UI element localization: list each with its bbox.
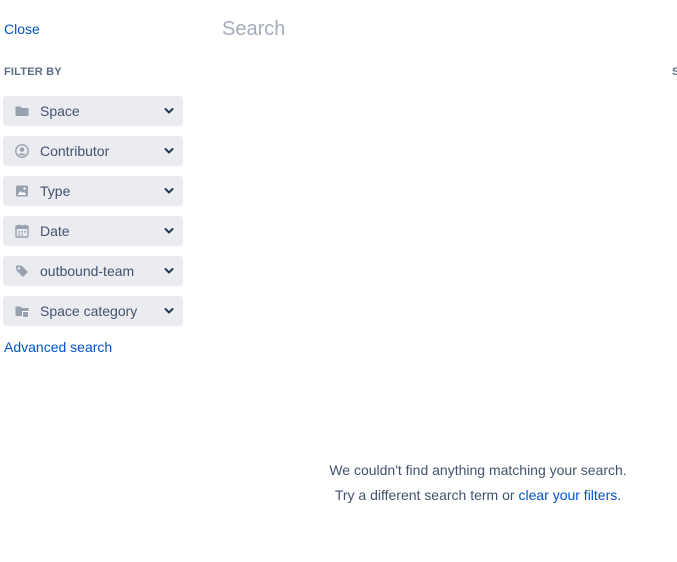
filter-label-text: outbound-team — [40, 263, 135, 279]
search-page: Close FILTER BY S Space Contributor — [0, 0, 677, 562]
clear-filters-link[interactable]: clear your filters — [518, 487, 617, 503]
right-column-label: S — [672, 66, 677, 78]
filter-space-category-label: Space category — [40, 303, 138, 319]
chevron-down-icon — [163, 225, 175, 237]
empty-state-hint-suffix: . — [617, 487, 622, 503]
image-icon — [15, 184, 29, 198]
chevron-down-icon — [163, 105, 175, 117]
filter-space-button[interactable]: Space — [3, 96, 183, 126]
filter-date-button[interactable]: Date — [3, 216, 183, 246]
filter-contributor-button[interactable]: Contributor — [3, 136, 183, 166]
calendar-icon — [15, 224, 29, 238]
filter-type-button[interactable]: Type — [3, 176, 183, 206]
chevron-down-icon — [163, 185, 175, 197]
empty-state: We couldn't find anything matching your … — [300, 458, 656, 508]
tag-icon — [15, 264, 29, 278]
person-icon — [15, 144, 29, 158]
empty-state-message: We couldn't find anything matching your … — [329, 462, 627, 478]
chevron-down-icon — [163, 265, 175, 277]
filter-date-label: Date — [40, 223, 70, 239]
empty-state-hint: Try a different search term or clear you… — [300, 483, 656, 508]
chevron-down-icon — [163, 145, 175, 157]
folder-icon — [15, 104, 29, 118]
filter-list: Space Contributor Type Date outbound-tea… — [3, 96, 183, 336]
filter-label-button[interactable]: outbound-team — [3, 256, 183, 286]
filter-by-heading: FILTER BY — [4, 66, 62, 78]
filter-space-category-button[interactable]: Space category — [3, 296, 183, 326]
filter-contributor-label: Contributor — [40, 143, 110, 159]
advanced-search-link[interactable]: Advanced search — [4, 339, 112, 355]
chevron-down-icon — [163, 305, 175, 317]
filter-type-label: Type — [40, 183, 71, 199]
empty-state-hint-text: Try a different search term or — [334, 487, 515, 503]
close-link[interactable]: Close — [4, 21, 40, 37]
folder-category-icon — [15, 304, 29, 318]
filter-space-label: Space — [40, 103, 80, 119]
search-input[interactable] — [222, 14, 662, 44]
